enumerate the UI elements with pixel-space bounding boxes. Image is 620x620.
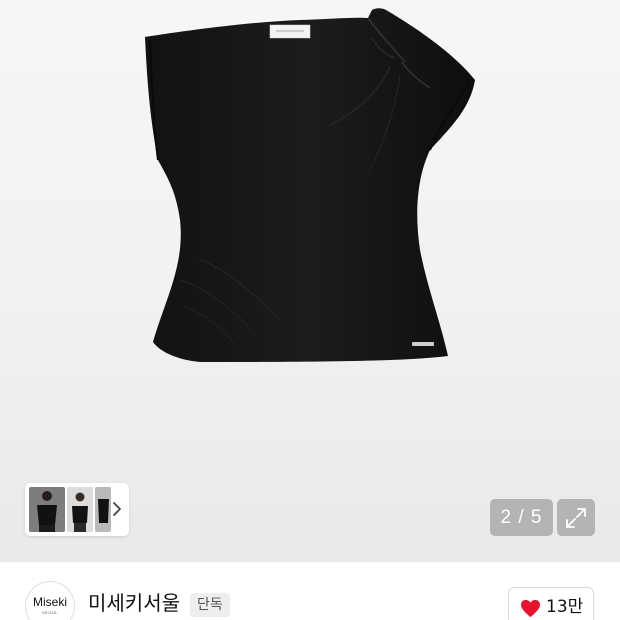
store-name[interactable]: 미세키서울 — [88, 591, 180, 615]
exclusive-badge: 단독 — [190, 593, 230, 617]
product-detail-page: 2 / 5 Miseki SEOUL 미세키서울 단독 13만 — [0, 0, 620, 620]
store-logo-subtext: SEOUL — [41, 610, 59, 615]
product-image[interactable] — [0, 0, 620, 562]
expand-button[interactable] — [557, 499, 595, 536]
thumbnail-strip[interactable] — [25, 483, 129, 536]
chevron-right-icon[interactable] — [111, 501, 123, 517]
like-button[interactable]: 13만 — [508, 587, 594, 620]
thumbnail-2[interactable] — [67, 487, 93, 532]
expand-icon — [566, 508, 586, 528]
product-image-viewer[interactable]: 2 / 5 — [0, 0, 620, 562]
thumbnail-3[interactable] — [95, 487, 111, 532]
store-logo[interactable]: Miseki SEOUL — [25, 581, 75, 620]
thumbnail-1[interactable] — [29, 487, 65, 532]
store-info-bar: Miseki SEOUL 미세키서울 단독 13만 — [0, 562, 620, 620]
store-logo-text: Miseki — [32, 595, 67, 609]
heart-icon — [521, 599, 540, 618]
like-count: 13만 — [546, 597, 584, 617]
image-counter: 2 / 5 — [490, 499, 553, 536]
